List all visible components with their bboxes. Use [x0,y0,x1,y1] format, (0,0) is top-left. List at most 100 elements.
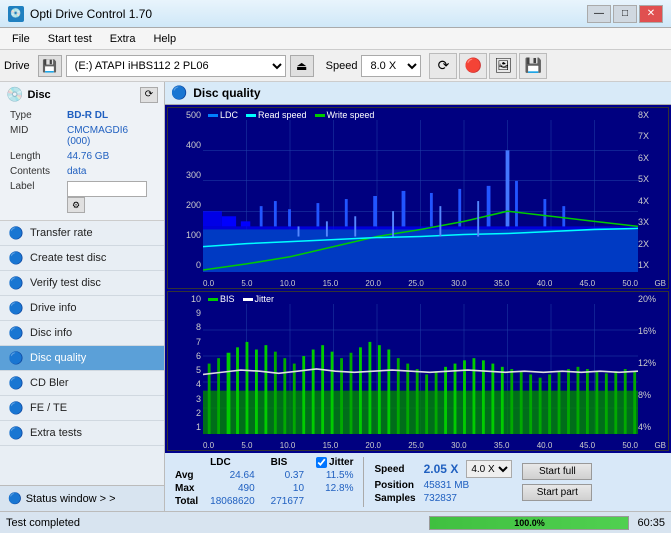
speed-label: Speed [370,459,419,479]
toolbar-btn-2[interactable]: 🔴 [459,53,487,79]
label-input[interactable] [67,181,147,197]
statusbar: Test completed 100.0% 60:35 [0,511,671,533]
disc-info-panel: 💿 Disc ⟳ Type BD-R DL MID CMCMAGDI6 (000… [0,82,164,221]
bis-avg: 0.37 [263,469,312,482]
bottom-y-axis-right: 20% 16% 12% 8% 4% [638,292,668,434]
top-x-unit: GB [654,279,666,288]
bis-col-header: BIS [263,456,312,469]
toolbar-btn-3[interactable]: 🖼 [489,53,517,79]
label-btn[interactable]: ⚙ [67,197,85,213]
sidebar-item-label: Disc info [30,327,72,339]
jitter-checkbox[interactable] [316,457,327,468]
verify-test-disc-icon: 🔵 [8,276,24,290]
length-label: Length [8,150,63,163]
extra-tests-icon: 🔵 [8,426,24,440]
sidebar-item-disc-quality[interactable]: 🔵 Disc quality [0,346,164,371]
position-row: Position 45831 MB [370,479,516,492]
disc-mid-row: MID CMCMAGDI6 (000) [8,124,156,148]
position-label: Position [370,479,419,492]
readspeed-label: Read speed [258,110,307,120]
ldc-avg: 24.64 [202,469,263,482]
max-row: Max 490 10 12.8% [171,482,357,495]
dq-icon: 🔵 [171,85,187,101]
sidebar-item-create-test-disc[interactable]: 🔵 Create test disc [0,246,164,271]
toolbar-btn-4[interactable]: 💾 [519,53,547,79]
drivebar: Drive 💾 (E:) ATAPI iHBS112 2 PL06 ⏏ Spee… [0,50,671,82]
toolbar-btn-1[interactable]: ⟳ [429,53,457,79]
maximize-button[interactable]: □ [613,5,637,23]
speed-select[interactable]: 4.0 X [466,460,512,478]
sidebar-item-cd-bler[interactable]: 🔵 CD Bler [0,371,164,396]
position-value: 45831 MB [420,479,517,492]
menu-help[interactable]: Help [145,31,184,47]
ldc-color [208,114,218,117]
ldc-col-header: LDC [202,456,263,469]
readspeed-legend: Read speed [246,110,307,120]
status-window-label: Status window > > [26,493,116,505]
close-button[interactable]: ✕ [639,5,663,23]
fe-te-icon: 🔵 [8,401,24,415]
label-label: Label [8,180,63,214]
mid-label: MID [8,124,63,148]
status-window-icon: 🔵 [8,492,22,505]
sidebar-item-extra-tests[interactable]: 🔵 Extra tests [0,421,164,446]
bottom-x-unit: GB [654,441,666,450]
bottom-x-axis: 0.0 5.0 10.0 15.0 20.0 25.0 30.0 35.0 40… [203,441,638,450]
speed-select[interactable]: 8.0 X [361,55,421,77]
menu-extra[interactable]: Extra [102,31,144,47]
menu-starttest[interactable]: Start test [40,31,100,47]
writespeed-color [315,114,325,117]
sidebar-item-verify-test-disc[interactable]: 🔵 Verify test disc [0,271,164,296]
charts-container: LDC Read speed Write speed 500 400 300 [165,105,671,453]
bis-label: BIS [220,294,235,304]
status-text: Test completed [6,517,425,529]
writespeed-label: Write speed [327,110,375,120]
jitter-avg: 11.5% [312,469,357,482]
samples-value: 732837 [420,492,517,505]
disc-refresh-btn[interactable]: ⟳ [140,87,158,103]
sidebar-item-label: Create test disc [30,252,106,264]
bis-max: 10 [263,482,312,495]
drive-label: Drive [4,60,30,72]
cd-bler-icon: 🔵 [8,376,24,390]
stats-header-row: LDC BIS Jitter [171,456,357,469]
top-chart: LDC Read speed Write speed 500 400 300 [167,107,669,289]
progress-text: 100.0% [430,517,628,529]
drive-icon-btn[interactable]: 💾 [38,55,62,77]
sidebar-item-fe-te[interactable]: 🔵 FE / TE [0,396,164,421]
toolbar-icons: ⟳ 🔴 🖼 💾 [429,53,547,79]
ldc-legend: LDC [208,110,238,120]
status-window-btn[interactable]: 🔵 Status window > > [0,485,164,511]
progress-container: 100.0% [429,516,629,530]
sidebar-item-transfer-rate[interactable]: 🔵 Transfer rate [0,221,164,246]
disc-contents-row: Contents data [8,165,156,178]
disc-info-header: 💿 Disc ⟳ [6,86,158,103]
dq-title: Disc quality [193,86,260,100]
top-x-axis: 0.0 5.0 10.0 15.0 20.0 25.0 30.0 35.0 40… [203,279,638,288]
disc-title: Disc [27,89,50,101]
jitter-color [243,298,253,301]
total-row: Total 18068620 271677 [171,495,357,508]
drive-select[interactable]: (E:) ATAPI iHBS112 2 PL06 [66,55,286,77]
start-part-button[interactable]: Start part [522,484,592,501]
disc-quality-icon: 🔵 [8,351,24,365]
total-label: Total [171,495,202,508]
top-y-axis-left: 500 400 300 200 100 0 [168,108,203,272]
menu-file[interactable]: File [4,31,38,47]
sidebar-item-drive-info[interactable]: 🔵 Drive info [0,296,164,321]
minimize-button[interactable]: — [587,5,611,23]
disc-info-icon: 🔵 [8,326,24,340]
bottom-chart-svg [203,304,638,434]
sidebar-item-disc-info[interactable]: 🔵 Disc info [0,321,164,346]
jitter-col-header: Jitter [329,457,353,468]
time-text: 60:35 [637,517,665,529]
bis-legend: BIS [208,294,235,304]
drive-info-icon: 🔵 [8,301,24,315]
start-full-button[interactable]: Start full [522,463,592,480]
eject-button[interactable]: ⏏ [290,55,314,77]
app-title: Opti Drive Control 1.70 [30,7,152,21]
disc-length-row: Length 44.76 GB [8,150,156,163]
app-icon: 💿 [8,6,24,22]
sidebar-item-label: Extra tests [30,427,82,439]
contents-value: data [65,165,156,178]
